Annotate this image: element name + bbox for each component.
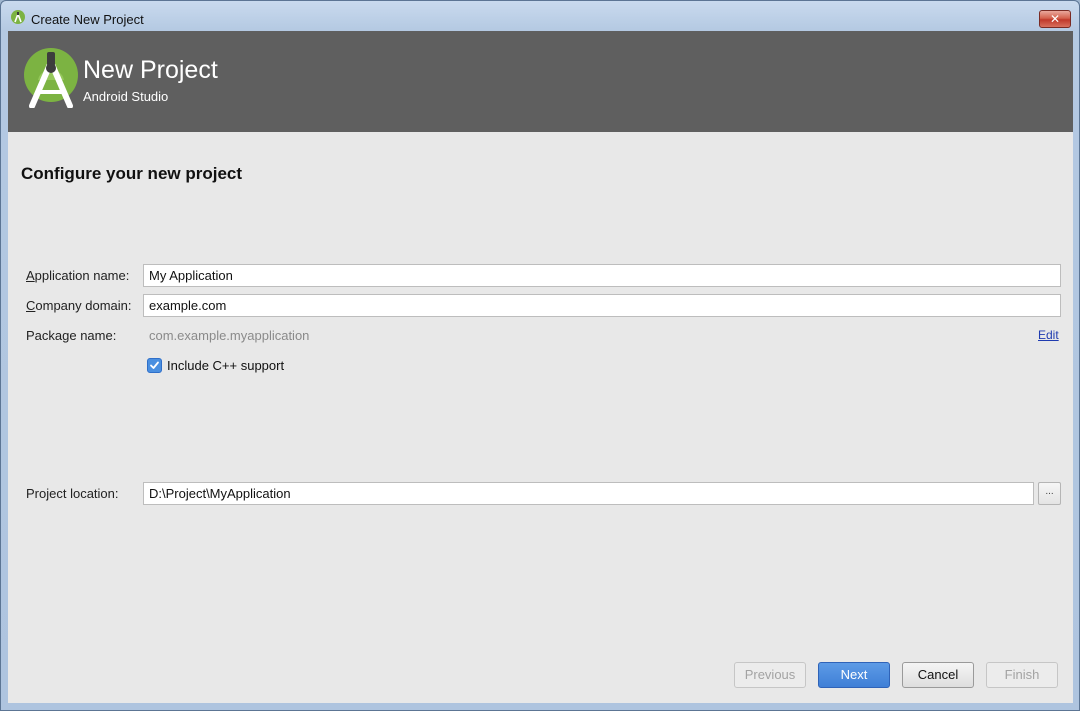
dialog-window: Create New Project ✕ New Project Android… xyxy=(0,0,1080,711)
package-name-label: Package name: xyxy=(26,328,117,343)
close-icon: ✕ xyxy=(1049,12,1061,26)
close-button[interactable]: ✕ xyxy=(1039,10,1071,28)
next-button[interactable]: Next xyxy=(818,662,890,688)
page-title: Configure your new project xyxy=(21,164,243,183)
finish-button[interactable]: Finish xyxy=(986,662,1058,688)
checkmark-icon xyxy=(150,361,159,369)
browse-location-button[interactable]: ... xyxy=(1038,482,1061,505)
banner-title: New Project xyxy=(83,56,218,84)
window-title: Create New Project xyxy=(31,12,144,27)
include-cpp-label[interactable]: Include C++ support xyxy=(167,358,284,373)
banner-subtitle: Android Studio xyxy=(83,89,169,104)
company-domain-input[interactable]: example.com xyxy=(143,294,1061,317)
application-name-label: Application name: xyxy=(26,268,130,283)
cancel-button[interactable]: Cancel xyxy=(902,662,974,688)
include-cpp-checkbox[interactable] xyxy=(147,358,162,373)
project-location-label: Project location: xyxy=(26,486,119,501)
edit-package-link[interactable]: Edit xyxy=(1038,328,1059,342)
package-name-value: com.example.myapplication xyxy=(149,328,310,343)
previous-button[interactable]: Previous xyxy=(734,662,806,688)
android-studio-icon xyxy=(11,10,25,24)
android-studio-logo-icon xyxy=(24,48,78,108)
company-domain-label: Company domain: xyxy=(26,298,132,313)
application-name-input[interactable]: My Application xyxy=(143,264,1061,287)
header-banner: New Project Android Studio xyxy=(8,31,1073,132)
title-bar[interactable]: Create New Project ✕ xyxy=(1,1,1079,31)
dialog-content: New Project Android Studio Configure you… xyxy=(8,31,1073,703)
project-location-input[interactable]: D:\Project\MyApplication xyxy=(143,482,1034,505)
